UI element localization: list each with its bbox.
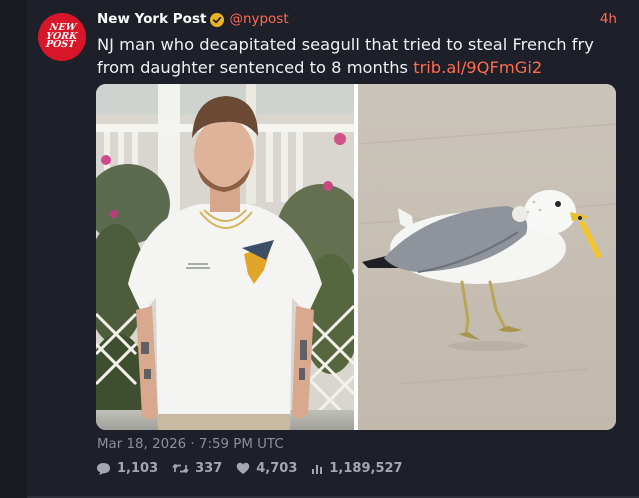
author-display-name[interactable]: New York Post [97,11,206,27]
author-handle[interactable]: @nypost [229,11,288,27]
reply-count: 1,103 [117,461,159,476]
bar-chart-icon [312,464,323,474]
post-datetime[interactable]: Mar 18, 2026 · 7:59 PM UTC [97,437,284,452]
post-media[interactable] [96,84,616,430]
post-link[interactable]: trib.al/9QFmGi2 [413,58,542,77]
reply-button[interactable]: 1,103 [96,461,158,476]
comment-icon [97,462,110,475]
heart-icon [237,462,250,474]
avatar-logo-text: NEW YORK POST [45,22,79,51]
repost-count: 337 [195,461,223,476]
media-image-seagull[interactable] [357,84,616,430]
view-count: 1,189,527 [329,461,403,476]
like-button[interactable]: 4,703 [236,461,297,476]
post-header: New York Post @nypost [97,10,289,28]
relative-timestamp[interactable]: 4h [600,11,617,27]
views-button[interactable]: 1,189,527 [311,461,403,476]
retweet-icon [172,463,189,474]
avatar[interactable]: NEW YORK POST [38,13,86,61]
like-count: 4,703 [256,461,298,476]
repost-button[interactable]: 337 [172,461,222,476]
media-image-man[interactable] [96,84,366,430]
verified-badge-icon [210,12,225,27]
post-text: NJ man who decapitated seagull that trie… [97,34,617,79]
engagement-bar: 1,103 337 4,703 1,189,527 [96,461,417,476]
